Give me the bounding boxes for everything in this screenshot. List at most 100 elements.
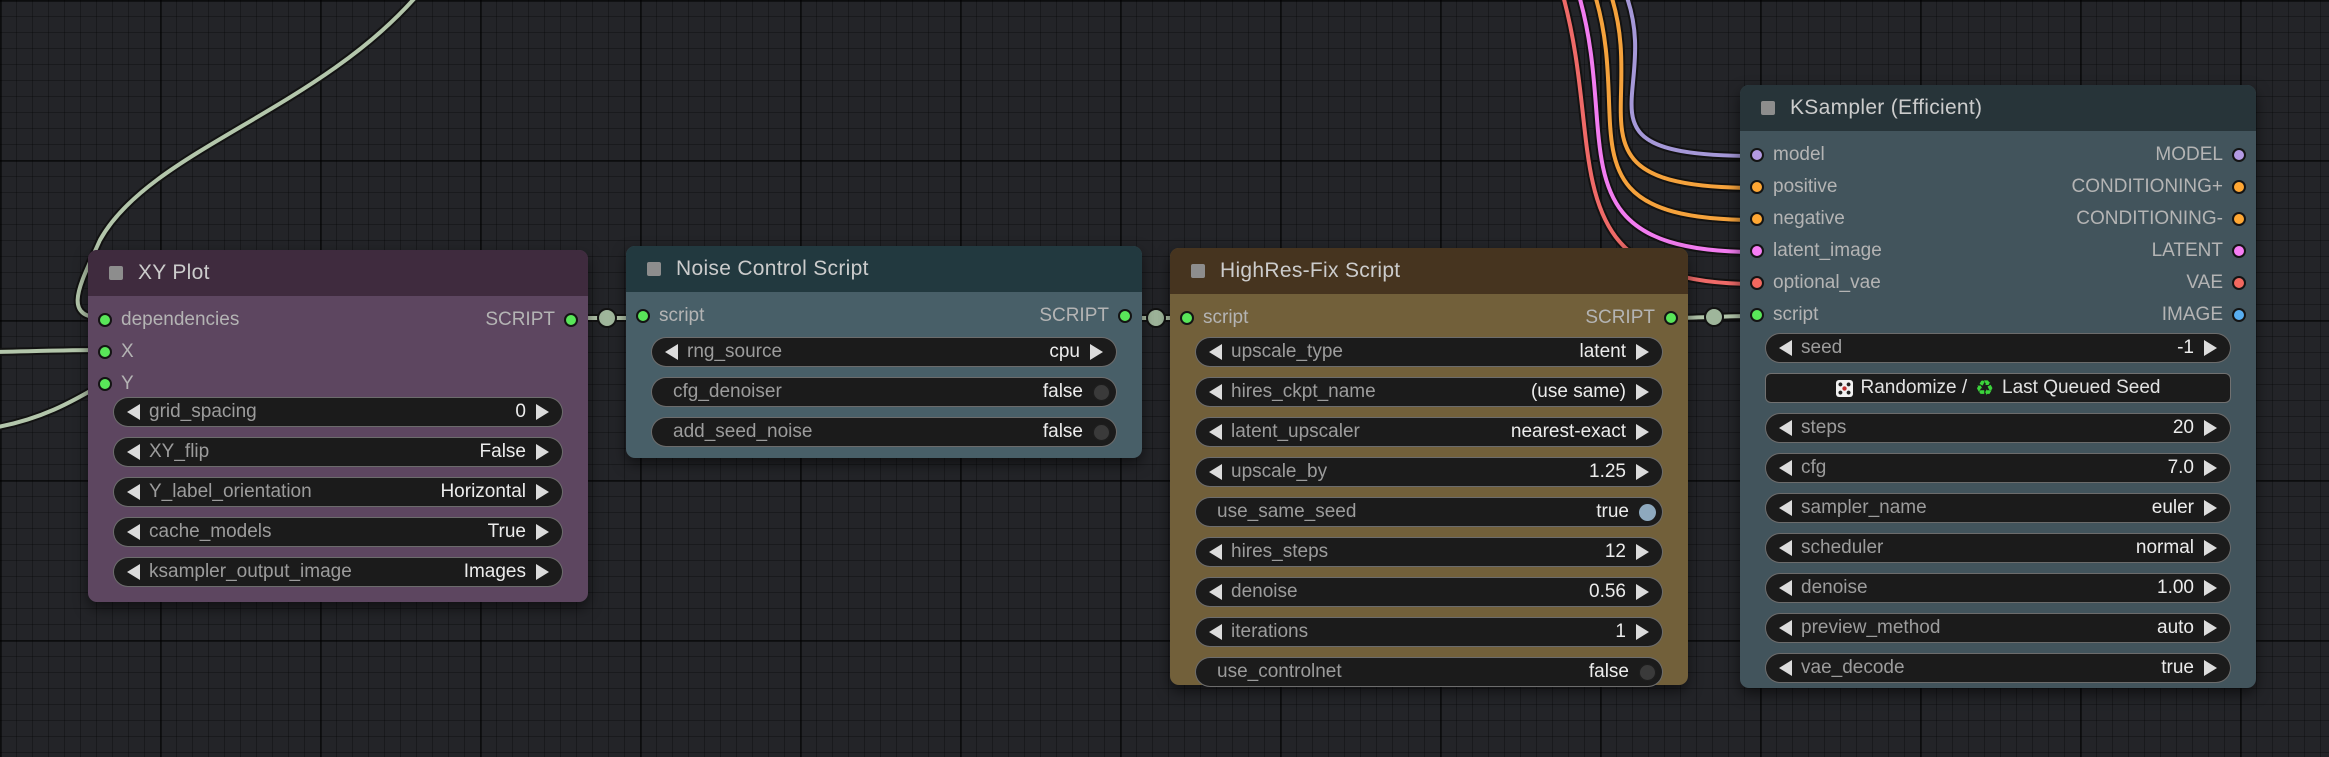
node-noise-control-script[interactable]: Noise Control Script script SCRIPT rng_sour…: [626, 246, 1142, 458]
combo-right-arrow-icon[interactable]: [1636, 344, 1649, 360]
combo-right-arrow-icon[interactable]: [536, 404, 549, 420]
widget-Y_label_orientation[interactable]: Y_label_orientation Horizontal: [113, 477, 563, 507]
widget-add_seed_noise[interactable]: add_seed_noise false: [651, 417, 1117, 447]
combo-left-arrow-icon[interactable]: [127, 444, 140, 460]
combo-right-arrow-icon[interactable]: [2204, 420, 2217, 436]
collapse-box-icon[interactable]: [1191, 264, 1205, 278]
widget-denoise[interactable]: denoise 1.00: [1765, 573, 2231, 603]
combo-left-arrow-icon[interactable]: [665, 344, 678, 360]
combo-left-arrow-icon[interactable]: [127, 564, 140, 580]
toggle-knob[interactable]: [1639, 503, 1656, 521]
link-center-dot[interactable]: [1704, 307, 1724, 327]
node-header[interactable]: XY Plot: [88, 250, 588, 296]
widget-ksampler_output_image[interactable]: ksampler_output_image Images: [113, 557, 563, 587]
combo-right-arrow-icon[interactable]: [1636, 464, 1649, 480]
toggle-knob[interactable]: [1639, 663, 1656, 681]
widget-upscale_by[interactable]: upscale_by 1.25: [1195, 457, 1663, 487]
output-slot-dot[interactable]: [2232, 180, 2246, 194]
output-slot-dot[interactable]: [564, 313, 578, 327]
output-slot-dot[interactable]: [2232, 148, 2246, 162]
output-slot-dot[interactable]: [1664, 311, 1678, 325]
output-slot-dot[interactable]: [2232, 244, 2246, 258]
widget-use_same_seed[interactable]: use_same_seed true: [1195, 497, 1663, 527]
link-center-dot[interactable]: [597, 308, 617, 328]
combo-right-arrow-icon[interactable]: [1636, 424, 1649, 440]
combo-right-arrow-icon[interactable]: [1636, 584, 1649, 600]
combo-left-arrow-icon[interactable]: [1779, 420, 1792, 436]
combo-left-arrow-icon[interactable]: [1209, 624, 1222, 640]
input-slot-dot[interactable]: [1180, 311, 1194, 325]
randomize-last-seed-button[interactable]: Randomize / ♻ Last Queued Seed: [1765, 373, 2231, 403]
widget-vae_decode[interactable]: vae_decode true: [1765, 653, 2231, 683]
widget-XY_flip[interactable]: XY_flip False: [113, 437, 563, 467]
combo-right-arrow-icon[interactable]: [2204, 580, 2217, 596]
input-slot-dot[interactable]: [98, 345, 112, 359]
widget-cfg[interactable]: cfg 7.0: [1765, 453, 2231, 483]
widget-steps[interactable]: steps 20: [1765, 413, 2231, 443]
combo-left-arrow-icon[interactable]: [127, 404, 140, 420]
combo-left-arrow-icon[interactable]: [1209, 464, 1222, 480]
widget-iterations[interactable]: iterations 1: [1195, 617, 1663, 647]
combo-left-arrow-icon[interactable]: [1779, 580, 1792, 596]
combo-right-arrow-icon[interactable]: [536, 484, 549, 500]
combo-right-arrow-icon[interactable]: [1090, 344, 1103, 360]
combo-left-arrow-icon[interactable]: [1209, 424, 1222, 440]
toggle-knob[interactable]: [1093, 383, 1110, 401]
output-slot-dot[interactable]: [1118, 309, 1132, 323]
input-slot-dot[interactable]: [636, 309, 650, 323]
combo-right-arrow-icon[interactable]: [2204, 540, 2217, 556]
node-graph-canvas[interactable]: XY Plot dependencies SCRIPT X Ygrid_spacing 0…: [0, 0, 2329, 757]
toggle-knob[interactable]: [1093, 423, 1110, 441]
input-slot-dot[interactable]: [98, 313, 112, 327]
combo-right-arrow-icon[interactable]: [1636, 384, 1649, 400]
collapse-box-icon[interactable]: [1761, 101, 1775, 115]
widget-denoise[interactable]: denoise 0.56: [1195, 577, 1663, 607]
node-header[interactable]: Noise Control Script: [626, 246, 1142, 292]
widget-rng_source[interactable]: rng_source cpu: [651, 337, 1117, 367]
widget-latent_upscaler[interactable]: latent_upscaler nearest-exact: [1195, 417, 1663, 447]
combo-left-arrow-icon[interactable]: [1209, 384, 1222, 400]
link-model[interactable]: [1623, 0, 1760, 160]
widget-use_controlnet[interactable]: use_controlnet false: [1195, 657, 1663, 687]
combo-left-arrow-icon[interactable]: [1209, 584, 1222, 600]
input-slot-dot[interactable]: [98, 377, 112, 391]
combo-left-arrow-icon[interactable]: [1779, 340, 1792, 356]
input-slot-dot[interactable]: [1750, 276, 1764, 290]
input-slot-dot[interactable]: [1750, 180, 1764, 194]
widget-sampler_name[interactable]: sampler_name euler: [1765, 493, 2231, 523]
widget-preview_method[interactable]: preview_method auto: [1765, 613, 2231, 643]
input-slot-dot[interactable]: [1750, 244, 1764, 258]
node-header[interactable]: HighRes-Fix Script: [1170, 248, 1688, 294]
collapse-box-icon[interactable]: [647, 262, 661, 276]
combo-left-arrow-icon[interactable]: [1779, 540, 1792, 556]
node-header[interactable]: KSampler (Efficient): [1740, 85, 2256, 131]
combo-left-arrow-icon[interactable]: [1209, 544, 1222, 560]
node-xy-plot[interactable]: XY Plot dependencies SCRIPT X Ygrid_spacing 0…: [88, 250, 588, 602]
input-slot-dot[interactable]: [1750, 148, 1764, 162]
link-center-dot[interactable]: [1146, 308, 1166, 328]
output-slot-dot[interactable]: [2232, 276, 2246, 290]
combo-right-arrow-icon[interactable]: [2204, 620, 2217, 636]
combo-right-arrow-icon[interactable]: [2204, 460, 2217, 476]
combo-left-arrow-icon[interactable]: [1779, 500, 1792, 516]
widget-grid_spacing[interactable]: grid_spacing 0: [113, 397, 563, 427]
widget-hires_ckpt_name[interactable]: hires_ckpt_name (use same): [1195, 377, 1663, 407]
node-highres-fix-script[interactable]: HighRes-Fix Script script SCRIPT upscale_ty…: [1170, 248, 1688, 687]
combo-right-arrow-icon[interactable]: [536, 444, 549, 460]
input-slot-dot[interactable]: [1750, 308, 1764, 322]
combo-right-arrow-icon[interactable]: [536, 524, 549, 540]
combo-right-arrow-icon[interactable]: [536, 564, 549, 580]
node-ksampler-efficient[interactable]: KSampler (Efficient) model MODEL positive CO…: [1740, 85, 2256, 688]
combo-left-arrow-icon[interactable]: [127, 484, 140, 500]
combo-right-arrow-icon[interactable]: [1636, 624, 1649, 640]
combo-right-arrow-icon[interactable]: [1636, 544, 1649, 560]
combo-left-arrow-icon[interactable]: [1779, 460, 1792, 476]
widget-cache_models[interactable]: cache_models True: [113, 517, 563, 547]
combo-left-arrow-icon[interactable]: [1779, 620, 1792, 636]
combo-left-arrow-icon[interactable]: [1209, 344, 1222, 360]
output-slot-dot[interactable]: [2232, 308, 2246, 322]
collapse-box-icon[interactable]: [109, 266, 123, 280]
widget-scheduler[interactable]: scheduler normal: [1765, 533, 2231, 563]
combo-right-arrow-icon[interactable]: [2204, 500, 2217, 516]
widget-upscale_type[interactable]: upscale_type latent: [1195, 337, 1663, 367]
